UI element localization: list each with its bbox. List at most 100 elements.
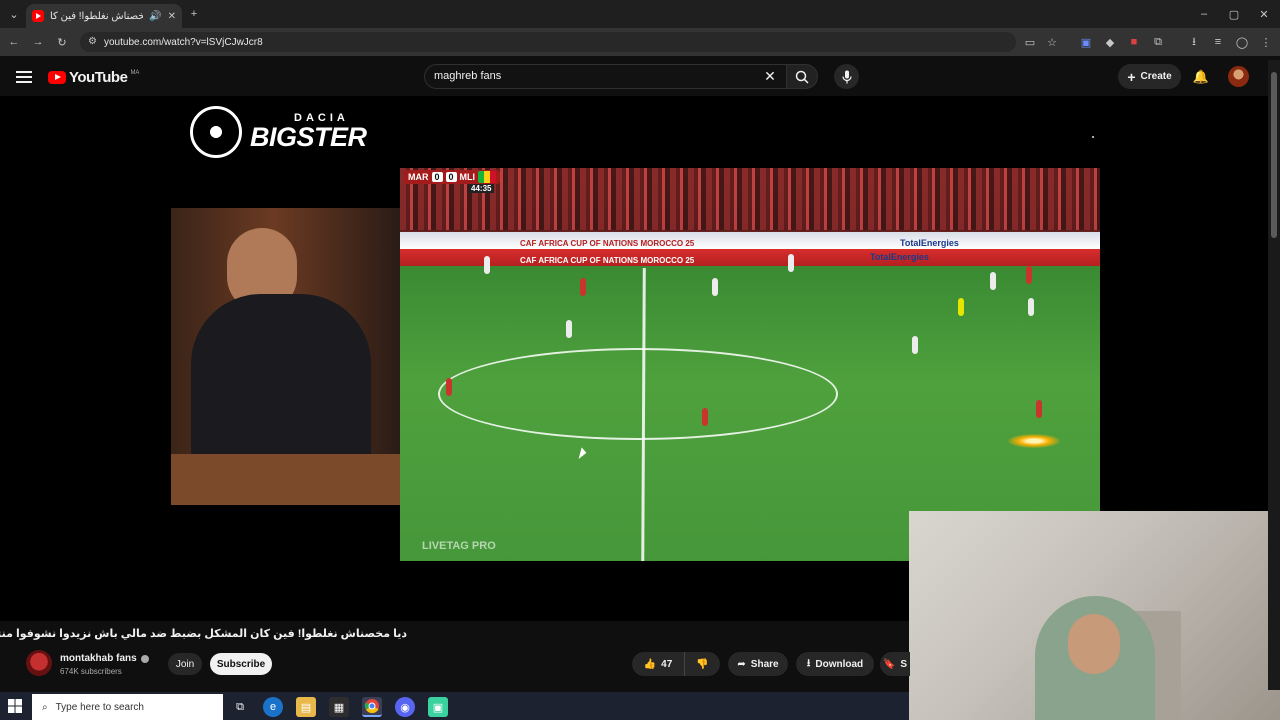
downloads-icon[interactable]: ⭳ [1186, 34, 1202, 50]
player-marker [1036, 400, 1042, 418]
search-button[interactable] [786, 64, 818, 89]
advertising-boards [400, 232, 1100, 266]
plus-icon: + [1127, 68, 1136, 85]
referee-marker [958, 298, 964, 316]
youtube-logo[interactable]: YouTube MA [48, 69, 139, 86]
player-marker [1028, 298, 1034, 316]
youtube-favicon-icon [32, 10, 44, 22]
player-marker [484, 256, 490, 274]
media-control-icon[interactable]: ≡ [1210, 34, 1226, 50]
bookmark-icon: 🔖 [882, 658, 896, 670]
task-view-icon[interactable]: ⧉ [230, 697, 250, 717]
thumbs-up-icon: 👍 [643, 658, 657, 670]
player-marker [712, 278, 718, 296]
board-text-caf-2: CAF AFRICA CUP OF NATIONS MOROCCO 25 [520, 256, 695, 265]
match-footage: CAF AFRICA CUP OF NATIONS MOROCCO 25 CAF… [400, 168, 1100, 561]
brand-text: BIGSTER [250, 122, 367, 152]
minimize-icon[interactable]: – [1196, 6, 1212, 22]
browser-menu-icon[interactable]: ⋮ [1258, 34, 1274, 50]
player-marker [702, 408, 708, 426]
extension-diamond-icon[interactable]: ◆ [1102, 34, 1118, 50]
site-info-icon[interactable]: ⚙ [88, 36, 97, 47]
youtube-wordmark: YouTube [69, 69, 128, 86]
tab-search-icon[interactable]: ⌄ [6, 6, 22, 22]
stadium-crowd [400, 168, 1100, 230]
youtube-play-icon [48, 71, 66, 84]
create-label: Create [1140, 71, 1172, 82]
like-count: 47 [661, 658, 673, 670]
browser-tab[interactable]: ديا مخصناش نغلطوا! فين كا 🔊 ✕ [26, 4, 182, 28]
subscriber-count: 674K subscribers [60, 667, 122, 676]
create-button[interactable]: + Create [1118, 64, 1181, 89]
away-score: 0 [445, 172, 457, 182]
bookmark-star-icon[interactable]: ☆ [1044, 34, 1060, 50]
extension-red-icon[interactable]: ■ [1126, 34, 1142, 50]
search-input[interactable] [434, 69, 734, 83]
player-marker [580, 278, 586, 296]
extensions-puzzle-icon[interactable]: ⧉ [1150, 34, 1166, 50]
forward-icon[interactable]: → [30, 34, 46, 50]
voice-search-button[interactable] [834, 64, 859, 89]
reload-icon[interactable]: ↻ [54, 34, 70, 50]
board-sponsor-1: TotalEnergies [900, 238, 959, 248]
presenter-video-inset [171, 208, 400, 505]
account-avatar[interactable] [1228, 66, 1249, 87]
player-marker [788, 254, 794, 272]
profile-icon[interactable]: ◯ [1234, 34, 1250, 50]
tab-close-icon[interactable]: ✕ [168, 11, 176, 22]
download-button[interactable]: ⭳ Download [796, 652, 874, 676]
verified-check-icon [141, 655, 149, 663]
new-tab-icon[interactable]: + [186, 6, 202, 22]
match-clock: 44:35 [468, 184, 495, 193]
like-button[interactable]: 👍 47 [632, 652, 684, 676]
save-button[interactable]: 🔖 S [880, 652, 910, 676]
dislike-button[interactable]: 👎 [684, 652, 720, 676]
windows-start-icon[interactable] [8, 699, 22, 713]
download-arrow-icon: ⭳ [806, 657, 811, 669]
microphone-icon [841, 70, 852, 83]
thumbs-down-icon: 👎 [696, 658, 709, 670]
url-bar[interactable]: ⚙ youtube.com/watch?v=lSVjCJwJcr8 [80, 32, 1016, 52]
board-sponsor-2: TotalEnergies [870, 252, 929, 262]
presenter-desk [171, 454, 400, 505]
player-marker [566, 320, 572, 338]
board-text-caf-1: CAF AFRICA CUP OF NATIONS MOROCCO 25 [520, 239, 695, 248]
video-title: ديا مخصناش نغلطوا! فين كان المشكل بضبط ض… [0, 628, 407, 640]
player-highlight-ring [1008, 434, 1060, 448]
mali-flag-icon [478, 171, 497, 183]
join-button[interactable]: Join [168, 653, 202, 675]
edge-browser-icon[interactable]: e [263, 697, 283, 717]
player-marker [1026, 266, 1032, 284]
maximize-icon[interactable]: ▢ [1226, 6, 1242, 22]
audio-playing-icon[interactable]: 🔊 [149, 11, 161, 22]
install-app-icon[interactable]: ▭ [1022, 34, 1038, 50]
obs-studio-icon[interactable]: ◉ [395, 697, 415, 717]
window-close-icon[interactable]: ✕ [1256, 6, 1272, 22]
player-marker [912, 336, 918, 354]
app-green-icon[interactable]: ▣ [428, 697, 448, 717]
notifications-bell-icon[interactable]: 🔔 [1193, 69, 1209, 85]
taskbar-search-icon: ⌕ [42, 701, 48, 713]
taskbar-search-placeholder: Type here to search [55, 701, 144, 713]
player-dot [1092, 136, 1094, 138]
chrome-browser-icon[interactable] [362, 697, 382, 717]
subscribe-button[interactable]: Subscribe [210, 653, 272, 675]
webcam-person-face [1068, 614, 1120, 674]
share-button[interactable]: ➦ Share [728, 652, 788, 676]
clear-search-icon[interactable]: ✕ [762, 68, 778, 84]
channel-name[interactable]: montakhab fans [60, 653, 137, 664]
browser-tab-strip: ⌄ ديا مخصناش نغلطوا! فين كا 🔊 ✕ + – ▢ ✕ [0, 0, 1280, 28]
hamburger-menu-icon[interactable] [16, 69, 32, 83]
tab-title: ديا مخصناش نغلطوا! فين كا [50, 10, 144, 22]
football-emblem-icon [190, 106, 242, 158]
center-circle [438, 348, 838, 440]
player-marker [990, 272, 996, 290]
store-icon[interactable]: ▦ [329, 697, 349, 717]
scrollbar-thumb[interactable] [1271, 72, 1277, 238]
file-explorer-icon[interactable]: ▤ [296, 697, 316, 717]
taskbar-search[interactable]: ⌕ Type here to search [32, 694, 223, 720]
back-icon[interactable]: ← [6, 34, 22, 50]
translate-extension-icon[interactable]: ▣ [1078, 34, 1094, 50]
region-code: MA [130, 69, 140, 76]
channel-avatar[interactable] [26, 650, 52, 676]
